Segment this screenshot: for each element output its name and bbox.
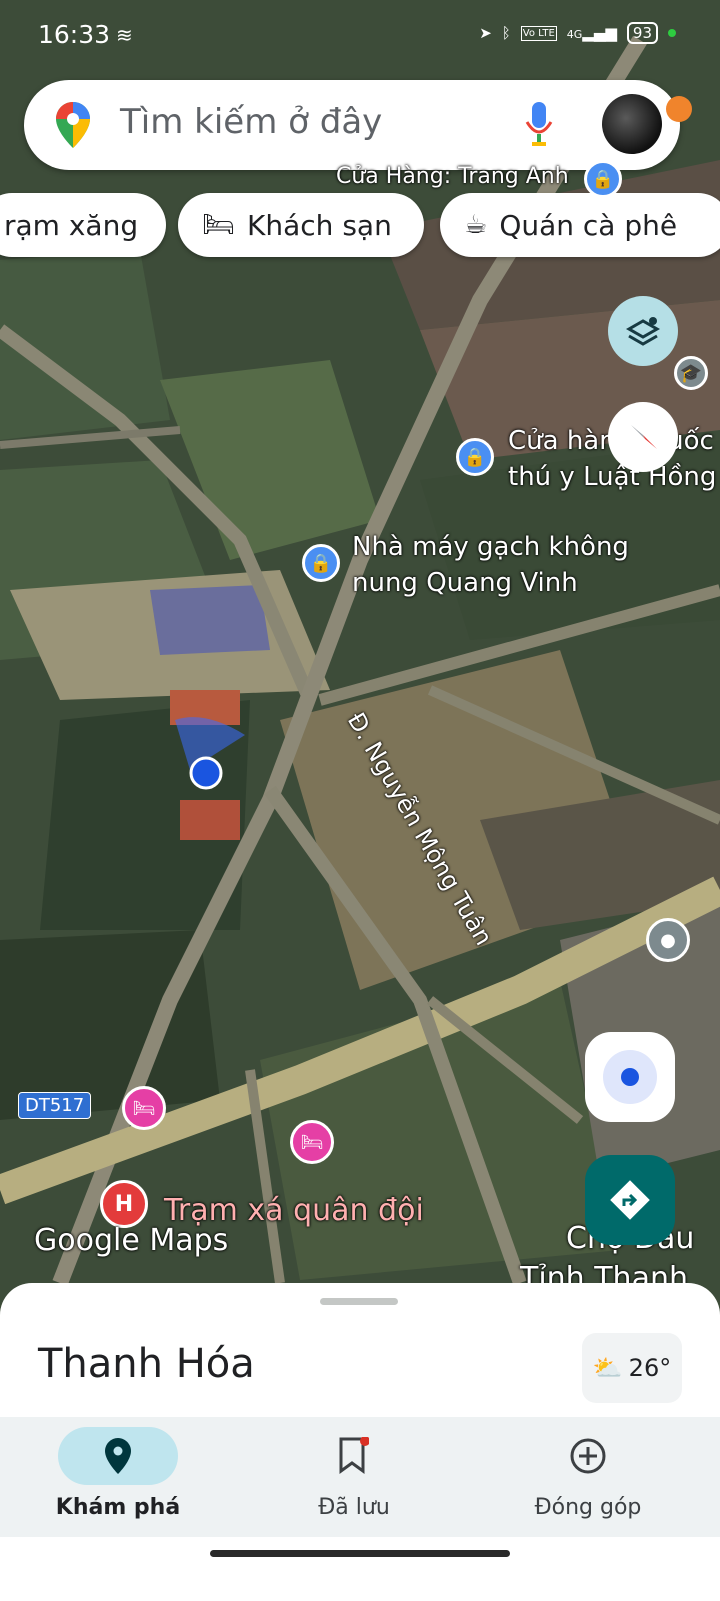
- compass-icon: [631, 425, 657, 449]
- chip-coffee[interactable]: ☕ Quán cà phê: [440, 193, 720, 257]
- compass-button[interactable]: [608, 402, 678, 472]
- location-arrow-icon: ➤: [479, 24, 492, 42]
- chip-hotels[interactable]: 🛏 Khách sạn: [178, 193, 424, 257]
- orange-notification-dot: [666, 96, 692, 122]
- system-nav-area: [0, 1537, 720, 1601]
- bed-icon: 🛏: [202, 210, 236, 240]
- status-bar: 16:33 ≋ ➤ ᛒ Vo LTE 4G▂▄▆ 93: [0, 0, 720, 72]
- battery-icon: 93: [626, 22, 658, 44]
- coffee-cup-icon: ☕: [464, 210, 488, 240]
- bottom-navigation: Khám phá Đã lưu Đóng góp: [0, 1417, 720, 1537]
- gesture-bar[interactable]: [210, 1550, 510, 1557]
- partly-sunny-icon: ⛅: [592, 1354, 623, 1382]
- location-pin-icon: [58, 1427, 178, 1485]
- my-location-dot: [189, 756, 223, 790]
- hotel-pin-icon[interactable]: 🛏: [290, 1120, 334, 1164]
- sheet-drag-handle[interactable]: [320, 1298, 398, 1305]
- add-circle-icon: [528, 1427, 648, 1485]
- nav-saved-label: Đã lưu: [318, 1495, 390, 1520]
- directions-button[interactable]: [585, 1155, 675, 1245]
- map-label-vet-store-2[interactable]: thú y Luật Hồng: [508, 460, 716, 494]
- nav-contribute-label: Đóng góp: [534, 1495, 642, 1520]
- map-label-shop[interactable]: Cửa Hàng: Trang Anh: [336, 160, 569, 194]
- shop-top-pin-icon[interactable]: 🔒: [584, 160, 622, 198]
- my-location-icon: [603, 1050, 657, 1104]
- profile-avatar[interactable]: [602, 94, 662, 154]
- layers-button[interactable]: [608, 296, 678, 366]
- school-pin-icon[interactable]: 🎓: [674, 356, 708, 390]
- my-location-button[interactable]: [585, 1032, 675, 1122]
- app-notification-icon: ≋: [116, 23, 133, 47]
- map-label-brick-factory-2[interactable]: nung Quang Vinh: [352, 566, 578, 600]
- nav-contribute[interactable]: Đóng góp: [488, 1417, 688, 1537]
- chip-gas-station[interactable]: rạm xăng: [0, 193, 166, 257]
- shop-pin-icon[interactable]: 🔒: [302, 544, 340, 582]
- shop-pin-icon[interactable]: 🔒: [456, 438, 494, 476]
- google-maps-watermark: Google Maps: [34, 1223, 229, 1258]
- volte-icon: Vo LTE: [520, 25, 557, 41]
- chip-coffee-label: Quán cà phê: [499, 208, 678, 242]
- microphone-icon[interactable]: [524, 102, 554, 148]
- weather-chip[interactable]: ⛅ 26°: [582, 1333, 682, 1403]
- search-input[interactable]: Tìm kiếm ở đây: [120, 102, 382, 142]
- directions-icon: [610, 1180, 650, 1220]
- route-shield: DT517: [18, 1092, 92, 1119]
- layers-icon: [625, 317, 661, 346]
- hospital-pin-icon[interactable]: H: [100, 1180, 148, 1228]
- maps-logo-icon: [56, 102, 90, 148]
- weather-temp: 26°: [628, 1354, 672, 1382]
- hotel-pin-icon[interactable]: 🛏: [122, 1086, 166, 1130]
- status-icons: ➤ ᛒ Vo LTE 4G▂▄▆ 93: [479, 22, 676, 44]
- nav-explore[interactable]: Khám phá: [18, 1417, 218, 1537]
- bookmark-icon: [294, 1427, 414, 1485]
- place-name: Thanh Hóa: [38, 1341, 255, 1387]
- map-label-brick-factory-1[interactable]: Nhà máy gạch không: [352, 530, 629, 564]
- chip-hotels-label: Khách sạn: [247, 208, 392, 242]
- nav-explore-label: Khám phá: [55, 1495, 181, 1520]
- signal-icon: 4G▂▄▆: [566, 24, 617, 42]
- green-dot-icon: [668, 29, 676, 37]
- place-pin-icon[interactable]: ●: [646, 918, 690, 962]
- chip-gas-station-label: rạm xăng: [4, 208, 139, 242]
- bluetooth-icon: ᛒ: [501, 24, 511, 42]
- network-type: 4G: [566, 28, 583, 41]
- status-time: 16:33: [38, 20, 111, 49]
- nav-saved[interactable]: Đã lưu: [254, 1417, 454, 1537]
- search-bar[interactable]: Tìm kiếm ở đây: [24, 80, 680, 170]
